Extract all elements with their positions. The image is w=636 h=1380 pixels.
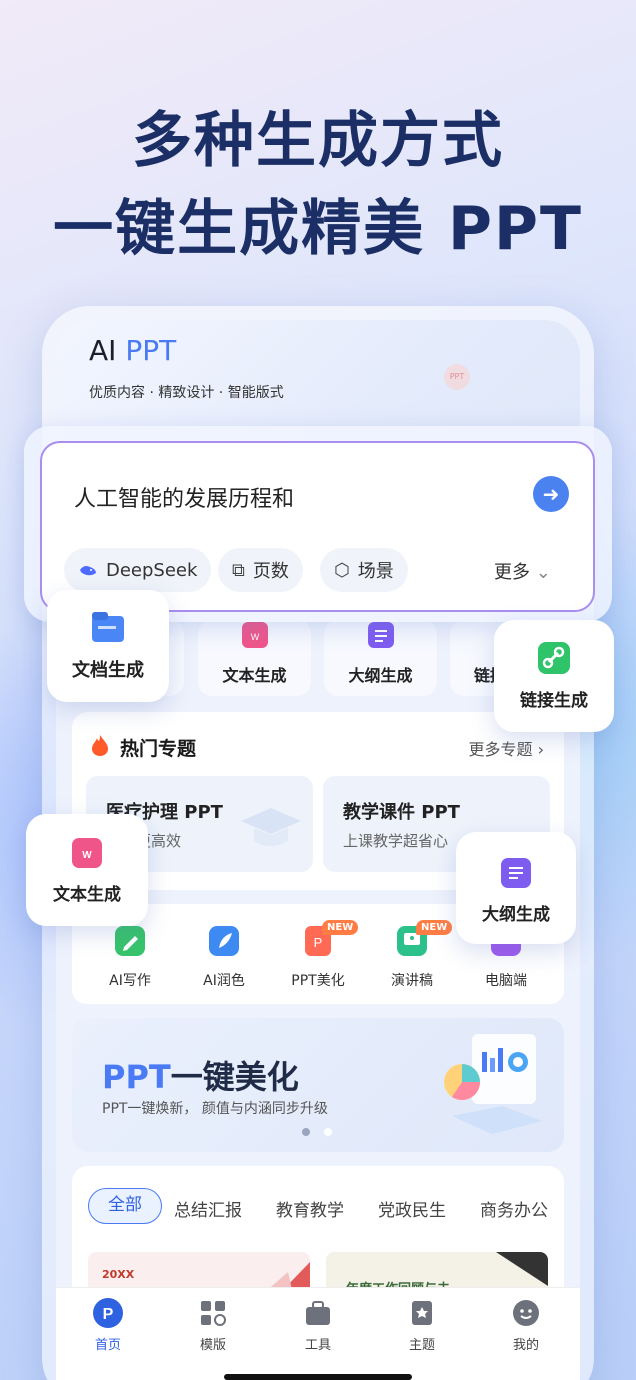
- bottom-tab-bar: P 首页 模版 工具 主题 我的: [56, 1287, 580, 1380]
- gen-mode-outline-label: 大纲生成: [482, 905, 550, 925]
- bookmark-star-icon: [412, 1301, 432, 1325]
- prompt-input-text[interactable]: 人工智能的发展历程和: [74, 481, 294, 513]
- gen-mode-text-label: 文本生成: [53, 885, 121, 905]
- more-options-dropdown[interactable]: 更多 ⌄: [494, 558, 551, 584]
- chart-illustration-icon: [444, 1034, 542, 1134]
- beautify-banner[interactable]: PPT一键美化 PPT一键焕新， 颜值与内涵同步升级: [72, 1018, 564, 1152]
- gen-mode-link-label: 链接生成: [520, 691, 588, 711]
- tab-label: 工具: [304, 1338, 331, 1353]
- hot-topics-title: 热门专题: [120, 738, 197, 760]
- tab-label: 首页: [94, 1338, 121, 1353]
- tab-themes[interactable]: 主题: [392, 1298, 452, 1353]
- folder-doc-icon: [92, 612, 124, 642]
- tab-mine[interactable]: 我的: [496, 1298, 556, 1353]
- topic-card-title: 教学课件 PPT: [343, 802, 460, 823]
- brand-ppt: PPT: [125, 334, 177, 367]
- category-tab-business[interactable]: 商务办公: [480, 1196, 548, 1221]
- app-brand: AI PPT: [89, 334, 176, 367]
- new-badge: NEW: [416, 920, 453, 935]
- cube-icon: ⬡: [334, 559, 350, 581]
- tool-speech[interactable]: NEW 演讲稿: [372, 920, 453, 990]
- app-slogan: 优质内容 · 精致设计 · 智能版式: [89, 385, 284, 401]
- model-chip-deepseek[interactable]: DeepSeek: [64, 548, 212, 592]
- template-grid-icon: [201, 1301, 226, 1326]
- graduation-cap-icon: [241, 808, 301, 846]
- chevron-right-icon: ›: [537, 740, 544, 759]
- banner-subtitle: PPT一键焕新， 颜值与内涵同步升级: [102, 1101, 328, 1117]
- smiley-user-icon: [513, 1300, 539, 1326]
- gen-mode-link[interactable]: 链接生成: [494, 620, 614, 732]
- category-tab-summary[interactable]: 总结汇报: [174, 1196, 242, 1221]
- more-topics-link[interactable]: 更多专题 ›: [468, 736, 544, 760]
- category-tab-education[interactable]: 教育教学: [276, 1196, 344, 1221]
- gen-mode-text[interactable]: W 文本生成: [198, 620, 311, 696]
- deepseek-whale-icon: [80, 566, 96, 576]
- gen-mode-text-label: 文本生成: [222, 666, 287, 685]
- category-tab-government[interactable]: 党政民生: [378, 1196, 446, 1221]
- more-topics-label: 更多专题: [468, 740, 533, 759]
- home-indicator: [224, 1374, 412, 1380]
- tool-label: 电脑端: [485, 973, 527, 989]
- new-badge: NEW: [322, 920, 359, 935]
- gen-mode-doc-label: 文档生成: [72, 660, 144, 681]
- gen-mode-text-float[interactable]: W 文本生成: [26, 814, 148, 926]
- tab-label: 模版: [199, 1338, 226, 1353]
- tab-label: 主题: [408, 1338, 435, 1353]
- tab-label: 我的: [512, 1338, 539, 1353]
- chip-label: 场景: [357, 561, 394, 582]
- ppt-logo-icon: PPT: [444, 364, 470, 390]
- arrow-right-icon: ➜: [542, 482, 560, 506]
- send-button[interactable]: ➜: [533, 476, 569, 512]
- toolbox-icon: [306, 1301, 330, 1325]
- brand-ai: AI: [89, 334, 117, 367]
- gen-mode-outline[interactable]: 大纲生成: [324, 620, 437, 696]
- outline-icon: [367, 622, 394, 648]
- tab-home[interactable]: P 首页: [78, 1298, 138, 1353]
- hero-title-line1: 多种生成方式: [132, 106, 504, 176]
- svg-text:P: P: [103, 1306, 114, 1323]
- tool-label: AI写作: [109, 973, 151, 989]
- chip-label: 页数: [252, 561, 289, 582]
- text-doc-icon: W: [72, 838, 102, 868]
- tool-ai-writing[interactable]: AI写作: [90, 924, 170, 990]
- svg-text:W: W: [250, 632, 259, 642]
- thumb-decor: [496, 1252, 548, 1286]
- home-p-icon: P: [93, 1298, 123, 1328]
- tool-ppt-beautify[interactable]: P NEW PPT美化: [278, 920, 359, 990]
- category-tab-all[interactable]: 全部: [88, 1188, 162, 1224]
- topic-card-sub: 上课教学超省心: [343, 832, 449, 850]
- carousel-dot[interactable]: [324, 1128, 332, 1136]
- pencil-icon: [115, 926, 145, 956]
- page-count-chip[interactable]: ⧉ 页数: [218, 548, 303, 592]
- tool-ai-polish[interactable]: AI润色: [184, 924, 264, 990]
- chevron-down-icon: ⌄: [535, 562, 551, 583]
- hero-title-line2: 一键生成精美 PPT: [53, 194, 583, 264]
- banner-title: PPT一键美化: [102, 1052, 299, 1098]
- banner-title-ppt: PPT: [102, 1058, 171, 1096]
- svg-text:W: W: [82, 850, 92, 861]
- pages-icon: ⧉: [232, 559, 245, 581]
- outline-icon: [501, 858, 531, 888]
- chip-label: DeepSeek: [106, 559, 198, 581]
- tool-label: 演讲稿: [391, 973, 433, 989]
- more-label: 更多: [494, 562, 530, 583]
- scene-chip[interactable]: ⬡ 场景: [320, 548, 408, 592]
- fire-icon: [92, 735, 108, 756]
- feather-icon: [209, 926, 239, 956]
- prompt-input-box[interactable]: 人工智能的发展历程和 ➜ DeepSeek ⧉ 页数 ⬡ 场景 更多 ⌄: [40, 441, 595, 612]
- svg-text:P: P: [314, 935, 323, 950]
- tool-label: PPT美化: [291, 973, 345, 989]
- carousel-dot-active[interactable]: [302, 1128, 310, 1136]
- gen-mode-outline-float[interactable]: 大纲生成: [456, 832, 576, 944]
- banner-title-rest: 一键美化: [170, 1058, 299, 1096]
- link-icon: [538, 642, 570, 674]
- tab-templates[interactable]: 模版: [183, 1298, 243, 1353]
- tool-label: AI润色: [203, 973, 245, 989]
- gen-mode-doc[interactable]: 文档生成: [47, 590, 169, 702]
- thumb-text: 20XX: [102, 1268, 135, 1281]
- gen-mode-outline-label: 大纲生成: [348, 666, 413, 685]
- text-doc-icon: W: [241, 622, 268, 648]
- tab-tools[interactable]: 工具: [288, 1298, 348, 1353]
